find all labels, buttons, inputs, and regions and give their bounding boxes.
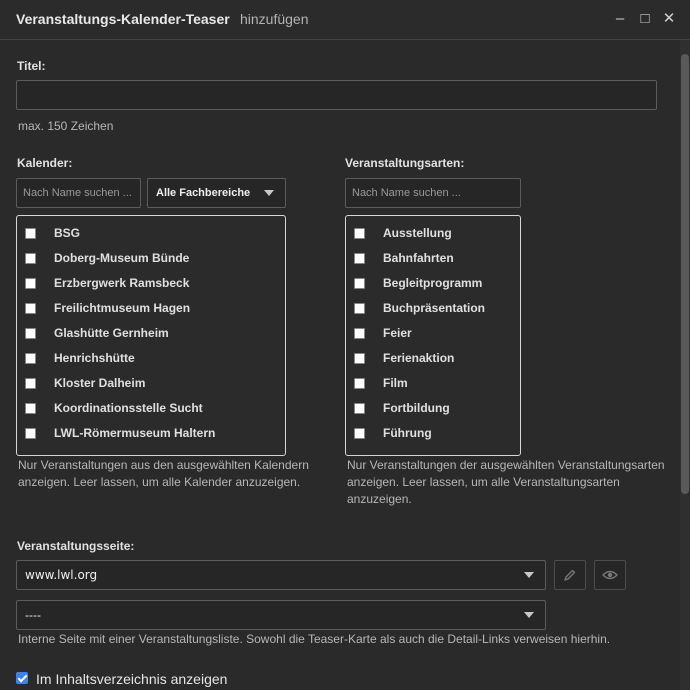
kalender-list-item[interactable]: LWL-Römermuseum Haltern bbox=[25, 424, 215, 442]
kalender-help-line2: anzeigen. Leer lassen, um alle Kalender … bbox=[18, 475, 301, 489]
arten-listbox[interactable]: Ausstellung Bahnfahrten Begleitprogramm Buc… bbox=[345, 215, 521, 456]
dialog-subtitle: hinzufügen bbox=[240, 11, 309, 27]
arten-item-checkbox[interactable] bbox=[354, 277, 365, 289]
dialog-title: Veranstaltungs-Kalender-Teaser bbox=[16, 11, 230, 27]
arten-item-checkbox[interactable] bbox=[354, 427, 365, 439]
arten-label: Veranstaltungsarten: bbox=[345, 156, 465, 170]
arten-help-line2: anzeigen. Leer lassen, um alle Veranstal… bbox=[347, 475, 620, 489]
kalender-help-line1: Nur Veranstaltungen aus den ausgewählten… bbox=[18, 458, 309, 472]
kalender-item-checkbox[interactable] bbox=[25, 277, 36, 289]
chevron-down-icon bbox=[524, 612, 534, 618]
arten-item-checkbox[interactable] bbox=[354, 252, 365, 264]
kalender-list-item[interactable]: Henrichshütte bbox=[25, 349, 135, 367]
titel-input[interactable] bbox=[16, 80, 657, 110]
close-icon[interactable]: ✕ bbox=[661, 10, 677, 28]
kalender-item-checkbox[interactable] bbox=[25, 227, 36, 239]
scrollbar-thumb[interactable] bbox=[681, 54, 689, 494]
arten-item-label: Feier bbox=[383, 326, 412, 340]
page-select-value: ---- bbox=[25, 608, 41, 622]
fachbereiche-select-value: Alle Fachbereiche bbox=[156, 187, 251, 199]
page-select[interactable]: ---- bbox=[16, 600, 546, 630]
kalender-item-label: Henrichshütte bbox=[54, 351, 135, 365]
kalender-label: Kalender: bbox=[17, 156, 73, 170]
edit-button[interactable] bbox=[554, 560, 586, 590]
arten-item-checkbox[interactable] bbox=[354, 352, 365, 364]
kalender-item-checkbox[interactable] bbox=[25, 327, 36, 339]
kalender-item-label: Glashütte Gernheim bbox=[54, 326, 169, 340]
kalender-item-checkbox[interactable] bbox=[25, 352, 36, 364]
arten-list-item[interactable]: Ferienaktion bbox=[354, 349, 454, 367]
seite-label: Veranstaltungsseite: bbox=[17, 539, 135, 553]
arten-item-checkbox[interactable] bbox=[354, 302, 365, 314]
dialog-titlebar: Veranstaltungs-Kalender-Teaser hinzufüge… bbox=[0, 0, 690, 40]
arten-item-label: Bahnfahrten bbox=[383, 251, 454, 265]
arten-list-item[interactable]: Fortbildung bbox=[354, 399, 450, 417]
kalender-item-checkbox[interactable] bbox=[25, 252, 36, 264]
kalender-list-item[interactable]: Doberg-Museum Bünde bbox=[25, 249, 189, 267]
arten-item-checkbox[interactable] bbox=[354, 327, 365, 339]
inhaltsverzeichnis-checkbox[interactable] bbox=[16, 672, 28, 684]
kalender-item-checkbox[interactable] bbox=[25, 402, 36, 414]
arten-search-input[interactable] bbox=[345, 178, 521, 208]
eye-icon bbox=[602, 570, 618, 580]
kalender-list-item[interactable]: Glashütte Gernheim bbox=[25, 324, 169, 342]
minimize-icon[interactable]: – bbox=[612, 10, 628, 28]
arten-help-line1: Nur Veranstaltungen der ausgewählten Ver… bbox=[347, 458, 665, 472]
arten-item-label: Begleitprogramm bbox=[383, 276, 483, 290]
kalender-search-input[interactable] bbox=[16, 178, 141, 208]
arten-list-item[interactable]: Feier bbox=[354, 324, 412, 342]
kalender-item-label: Koordinationsstelle Sucht bbox=[54, 401, 203, 415]
kalender-item-checkbox[interactable] bbox=[25, 377, 36, 389]
kalender-item-checkbox[interactable] bbox=[25, 427, 36, 439]
arten-list-item[interactable]: Begleitprogramm bbox=[354, 274, 482, 292]
preview-button[interactable] bbox=[594, 560, 626, 590]
chevron-down-icon bbox=[264, 190, 274, 196]
dialog-scrollbar[interactable] bbox=[680, 40, 690, 690]
arten-item-label: Ausstellung bbox=[383, 226, 452, 240]
arten-item-label: Buchpräsentation bbox=[383, 301, 486, 315]
site-select-value: www.lwl.org bbox=[25, 568, 98, 582]
kalender-list-item[interactable]: Freilichtmuseum Hagen bbox=[25, 299, 190, 317]
arten-list-item[interactable]: Film bbox=[354, 374, 408, 392]
kalender-item-label: Freilichtmuseum Hagen bbox=[54, 301, 191, 315]
kalender-list-item[interactable]: Koordinationsstelle Sucht bbox=[25, 399, 203, 417]
kalender-item-label: Doberg-Museum Bünde bbox=[54, 251, 190, 265]
arten-list-item[interactable]: Ausstellung bbox=[354, 224, 452, 242]
kalender-item-label: Kloster Dalheim bbox=[54, 376, 146, 390]
arten-item-label: Führung bbox=[383, 426, 432, 440]
maximize-icon[interactable]: □ bbox=[637, 10, 653, 28]
arten-list-item[interactable]: Bahnfahrten bbox=[354, 249, 454, 267]
seite-help: Interne Seite mit einer Veranstaltungsli… bbox=[18, 632, 611, 646]
kalender-item-label: Erzbergwerk Ramsbeck bbox=[54, 276, 190, 290]
kalender-list-item[interactable]: Kloster Dalheim bbox=[25, 374, 145, 392]
arten-help-line3: anzuzeigen. bbox=[347, 492, 412, 506]
site-select[interactable]: www.lwl.org bbox=[16, 560, 546, 590]
titel-label: Titel: bbox=[17, 59, 46, 73]
kalender-item-label: BSG bbox=[54, 226, 81, 240]
kalender-item-checkbox[interactable] bbox=[25, 302, 36, 314]
inhaltsverzeichnis-label: Im Inhaltsverzeichnis anzeigen bbox=[36, 671, 228, 687]
arten-item-checkbox[interactable] bbox=[354, 227, 365, 239]
arten-list-item[interactable]: Buchpräsentation bbox=[354, 299, 485, 317]
fachbereiche-select[interactable]: Alle Fachbereiche bbox=[147, 178, 286, 208]
kalender-listbox[interactable]: BSG Doberg-Museum Bünde Erzbergwerk Ramsbe… bbox=[16, 215, 286, 456]
arten-item-label: Film bbox=[383, 376, 408, 390]
chevron-down-icon bbox=[524, 572, 534, 578]
arten-item-label: Fortbildung bbox=[383, 401, 450, 415]
kalender-list-item[interactable]: Erzbergwerk Ramsbeck bbox=[25, 274, 189, 292]
titel-help: max. 150 Zeichen bbox=[18, 119, 114, 133]
arten-item-checkbox[interactable] bbox=[354, 402, 365, 414]
arten-item-label: Ferienaktion bbox=[383, 351, 455, 365]
arten-list-item[interactable]: Führung bbox=[354, 424, 432, 442]
kalender-item-label: LWL-Römermuseum Haltern bbox=[54, 426, 216, 440]
pencil-icon bbox=[564, 569, 576, 581]
arten-item-checkbox[interactable] bbox=[354, 377, 365, 389]
kalender-list-item[interactable]: BSG bbox=[25, 224, 80, 242]
